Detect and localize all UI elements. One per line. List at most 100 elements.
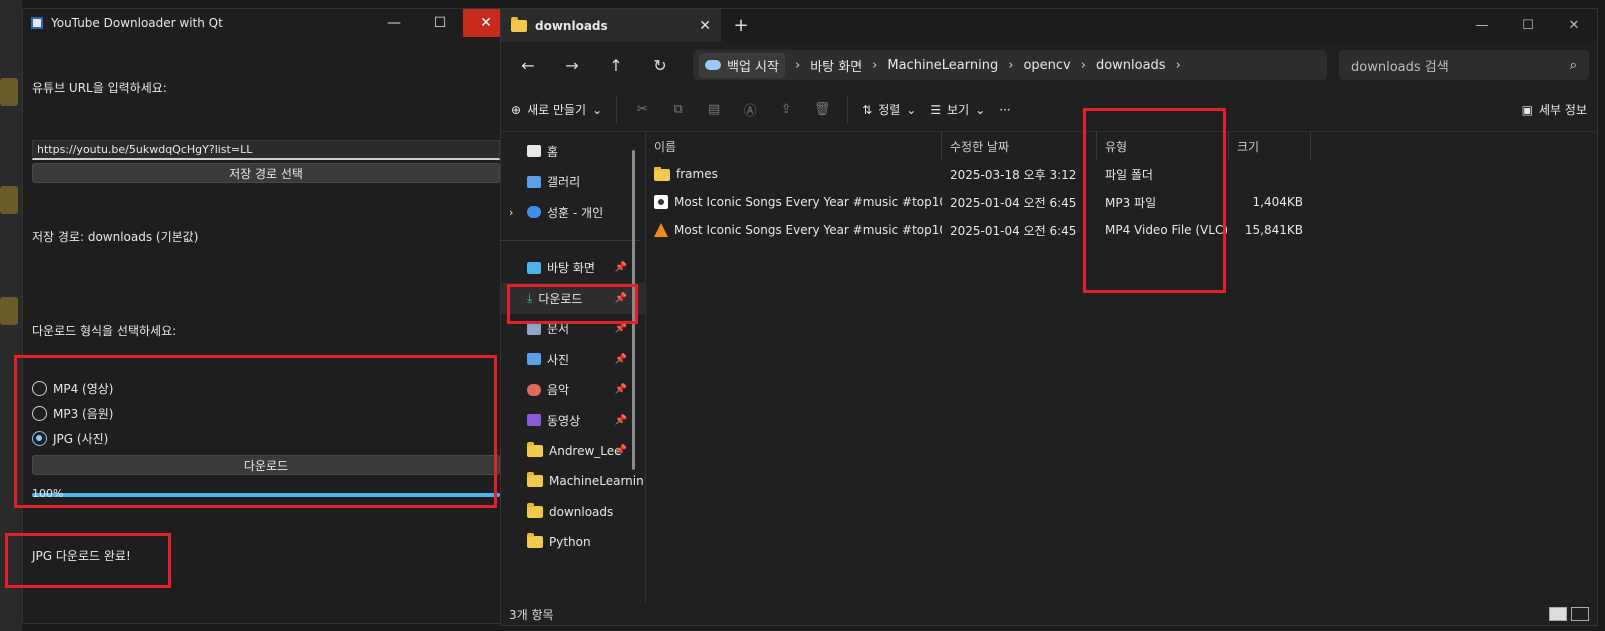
sidebar-item-documents[interactable]: 문서 📌 <box>501 314 645 345</box>
chevron-right-icon[interactable]: › <box>872 58 877 73</box>
chevron-down-icon: ⌄ <box>592 102 603 117</box>
pin-icon: 📌 <box>614 292 627 304</box>
table-row[interactable]: Most Iconic Songs Every Year #music #top… <box>646 188 1597 216</box>
music-icon <box>527 383 541 396</box>
chevron-down-icon: ⌄ <box>975 102 986 117</box>
radio-indicator[interactable] <box>32 406 47 421</box>
search-input[interactable]: downloads 검색 ⌕ <box>1339 50 1589 80</box>
sidebar-item-videos[interactable]: 동영상 📌 <box>501 405 645 436</box>
breadcrumb-item[interactable]: downloads <box>1096 58 1166 73</box>
view-switcher <box>1549 607 1597 621</box>
sidebar-item-home[interactable]: 홈 <box>501 136 645 167</box>
refresh-button[interactable]: ↻ <box>641 56 679 75</box>
radio-indicator[interactable] <box>32 381 47 396</box>
breadcrumb-item[interactable]: 바탕 화면 <box>810 56 862 75</box>
up-button[interactable]: ↑ <box>597 56 635 75</box>
sidebar-item-onedrive[interactable]: › 성훈 - 개인 <box>501 197 645 228</box>
folder-icon <box>511 16 527 32</box>
chevron-right-icon[interactable]: › <box>509 206 513 219</box>
folder-icon <box>527 472 543 488</box>
breadcrumb-item-backup[interactable]: 백업 시작 <box>699 52 785 78</box>
delete-icon[interactable]: 🗑 <box>811 102 833 117</box>
radio-mp4[interactable]: MP4 (영상) <box>32 380 113 397</box>
file-type: MP4 Video File (VLC) <box>1105 223 1229 237</box>
tab-close-icon[interactable]: ✕ <box>699 18 711 34</box>
url-input[interactable] <box>32 140 500 160</box>
file-date: 2025-03-18 오후 3:12 <box>950 167 1077 182</box>
chevron-right-icon[interactable]: › <box>1176 58 1181 73</box>
forward-button[interactable]: → <box>553 56 591 75</box>
home-icon <box>527 145 541 158</box>
desktop-icon <box>527 261 541 274</box>
table-row[interactable]: frames 2025-03-18 오후 3:12 파일 폴더 <box>646 160 1597 188</box>
column-header-size[interactable]: 크기 <box>1229 132 1311 160</box>
details-pane-button[interactable]: ▣ 세부 정보 <box>1522 101 1587 118</box>
maximize-button[interactable]: ☐ <box>1505 18 1551 33</box>
sidebar-item-pictures[interactable]: 사진 📌 <box>501 344 645 375</box>
more-button[interactable]: ··· <box>999 103 1010 117</box>
mp3-file-icon <box>654 195 668 210</box>
file-date: 2025-01-04 오전 6:45 <box>950 223 1077 238</box>
status-bar: 3개 항목 <box>501 603 1597 625</box>
file-list: 이름 수정한 날짜 유형 크기 frames 2025-03-18 오후 3:1… <box>646 132 1597 603</box>
progress-text: 100% <box>32 487 64 500</box>
sidebar-item-machinelearning[interactable]: MachineLearnin <box>501 466 645 497</box>
copy-icon[interactable]: ⧉ <box>667 102 689 117</box>
view-button[interactable]: ☰ 보기 ⌄ <box>930 101 985 118</box>
share-icon[interactable]: ⇪ <box>775 102 797 117</box>
rename-icon[interactable]: Ⓐ <box>739 100 761 119</box>
maximize-button[interactable]: ☐ <box>417 9 463 37</box>
close-button[interactable]: ✕ <box>1551 18 1597 33</box>
nav-scrollbar[interactable] <box>632 150 635 470</box>
tiles-view-icon[interactable] <box>1571 607 1589 621</box>
back-button[interactable]: ← <box>509 56 547 75</box>
cut-icon[interactable]: ✂ <box>631 102 653 117</box>
document-icon <box>527 322 541 335</box>
pin-icon: 📌 <box>614 353 627 365</box>
tab-downloads[interactable]: downloads ✕ <box>501 9 721 42</box>
radio-mp3[interactable]: MP3 (음원) <box>32 405 113 422</box>
file-type: 파일 폴더 <box>1105 167 1153 182</box>
chevron-right-icon[interactable]: › <box>795 58 800 73</box>
sidebar-item-andrew-lee[interactable]: Andrew_Lee 📌 <box>501 436 645 467</box>
explorer-window-controls: — ☐ ✕ <box>1459 18 1597 33</box>
minimize-button[interactable]: — <box>1459 18 1505 33</box>
breadcrumb-item[interactable]: MachineLearning <box>887 58 998 73</box>
sidebar-item-gallery[interactable]: 갤러리 <box>501 167 645 198</box>
column-header-type[interactable]: 유형 <box>1097 132 1229 160</box>
column-header-name[interactable]: 이름 <box>646 132 942 160</box>
chevron-right-icon[interactable]: › <box>1008 58 1013 73</box>
sort-icon: ⇅ <box>862 102 873 117</box>
search-icon[interactable]: ⌕ <box>1570 58 1577 73</box>
download-button[interactable]: 다운로드 <box>32 455 500 475</box>
gallery-icon <box>527 175 541 188</box>
radio-jpg[interactable]: JPG (사진) <box>32 430 108 447</box>
folder-icon <box>527 441 543 457</box>
sidebar-item-desktop[interactable]: 바탕 화면 📌 <box>501 253 645 284</box>
save-path-text: 저장 경로: downloads (기본값) <box>32 230 199 244</box>
table-row[interactable]: Most Iconic Songs Every Year #music #top… <box>646 216 1597 244</box>
qt-title-bar[interactable]: YouTube Downloader with Qt — ☐ ✕ <box>23 9 509 37</box>
paste-icon[interactable]: ▤ <box>703 102 725 117</box>
background-window-edge <box>0 0 22 631</box>
pin-icon: 📌 <box>614 414 627 426</box>
radio-indicator-checked[interactable] <box>32 431 47 446</box>
column-header-date[interactable]: 수정한 날짜 <box>942 132 1097 160</box>
breadcrumb-item[interactable]: opencv <box>1023 58 1070 73</box>
new-tab-button[interactable]: + <box>721 15 761 36</box>
new-button[interactable]: ⊕ 새로 만들기 ⌄ <box>511 101 602 118</box>
sidebar-item-python[interactable]: Python <box>501 527 645 558</box>
sort-button[interactable]: ⇅ 정렬 ⌄ <box>862 101 916 118</box>
file-date: 2025-01-04 오전 6:45 <box>950 195 1077 210</box>
pin-icon: 📌 <box>614 384 627 396</box>
sidebar-item-music[interactable]: 음악 📌 <box>501 375 645 406</box>
sidebar-item-downloads-folder[interactable]: downloads <box>501 497 645 528</box>
toolbar-divider <box>616 96 618 123</box>
chevron-right-icon[interactable]: › <box>1081 58 1086 73</box>
choose-path-button[interactable]: 저장 경로 선택 <box>32 163 500 183</box>
minimize-button[interactable]: — <box>371 9 417 37</box>
sidebar-item-downloads[interactable]: ⤓ 다운로드 📌 <box>501 283 645 314</box>
details-view-icon[interactable] <box>1549 607 1567 621</box>
breadcrumb[interactable]: 백업 시작 › 바탕 화면 › MachineLearning › opencv… <box>693 50 1327 80</box>
url-label: 유튜브 URL을 입력하세요: <box>32 81 167 95</box>
